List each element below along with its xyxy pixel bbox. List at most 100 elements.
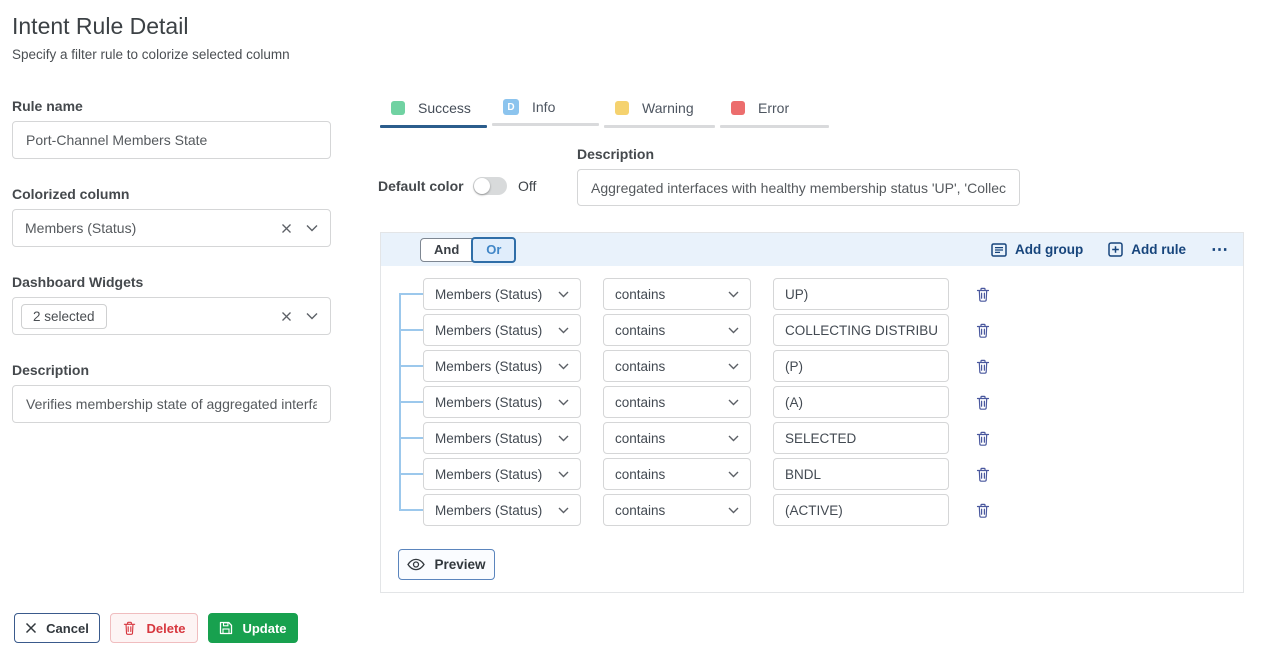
rule-row: Members (Status) contains xyxy=(423,386,991,418)
delete-rule-icon[interactable] xyxy=(975,286,991,303)
tab-info[interactable]: D Info xyxy=(492,98,599,128)
rule-row: Members (Status) contains xyxy=(423,278,991,310)
page-title: Intent Rule Detail xyxy=(12,13,188,40)
colorized-column-select[interactable]: Members (Status) xyxy=(12,209,331,247)
success-color-swatch xyxy=(391,101,405,115)
chevron-down-icon xyxy=(728,471,739,478)
rule-builder-panel: And Or Add group Add rule ⋯ xyxy=(380,232,1244,593)
tab-description-label: Description xyxy=(577,146,654,162)
delete-rule-icon[interactable] xyxy=(975,322,991,339)
operator-select[interactable]: contains xyxy=(603,494,751,526)
field-select[interactable]: Members (Status) xyxy=(423,458,581,490)
chevron-down-icon xyxy=(728,327,739,334)
chevron-down-icon xyxy=(728,291,739,298)
delete-rule-icon[interactable] xyxy=(975,394,991,411)
value-input[interactable] xyxy=(773,386,949,418)
field-select[interactable]: Members (Status) xyxy=(423,278,581,310)
logic-or-button[interactable]: Or xyxy=(471,237,516,263)
tab-description-input[interactable] xyxy=(577,169,1020,206)
logic-segmented-control: And Or xyxy=(420,237,516,263)
operator-select[interactable]: contains xyxy=(603,458,751,490)
info-default-badge: D xyxy=(503,99,519,115)
rule-name-input[interactable] xyxy=(12,121,331,159)
field-select[interactable]: Members (Status) xyxy=(423,350,581,382)
chevron-down-icon xyxy=(558,327,569,334)
delete-rule-icon[interactable] xyxy=(975,502,991,519)
active-tab-indicator xyxy=(380,125,487,128)
close-icon xyxy=(25,622,37,634)
save-icon xyxy=(219,621,233,635)
operator-select[interactable]: contains xyxy=(603,422,751,454)
selected-count-chip: 2 selected xyxy=(21,304,107,329)
rule-row: Members (Status) contains xyxy=(423,494,991,526)
value-input[interactable] xyxy=(773,494,949,526)
operator-select[interactable]: contains xyxy=(603,278,751,310)
chevron-down-icon xyxy=(558,471,569,478)
chevron-down-icon xyxy=(558,363,569,370)
rule-name-label: Rule name xyxy=(12,98,83,114)
operator-select[interactable]: contains xyxy=(603,314,751,346)
logic-and-button[interactable]: And xyxy=(420,238,473,262)
delete-rule-icon[interactable] xyxy=(975,430,991,447)
more-actions-icon[interactable]: ⋯ xyxy=(1211,245,1229,255)
error-color-swatch xyxy=(731,101,745,115)
toggle-state-text: Off xyxy=(518,178,536,194)
default-color-toggle[interactable] xyxy=(473,177,507,195)
chevron-down-icon xyxy=(728,363,739,370)
value-input[interactable] xyxy=(773,422,949,454)
intent-rule-detail-page: Intent Rule Detail Specify a filter rule… xyxy=(0,0,1262,657)
chevron-down-icon xyxy=(558,507,569,514)
clear-icon[interactable] xyxy=(281,223,292,234)
toggle-knob xyxy=(474,178,490,194)
rule-row: Members (Status) contains xyxy=(423,314,991,346)
group-list-icon xyxy=(991,243,1007,257)
field-select[interactable]: Members (Status) xyxy=(423,386,581,418)
tab-success[interactable]: Success xyxy=(380,98,487,128)
chevron-down-icon[interactable] xyxy=(306,224,318,232)
page-subtitle: Specify a filter rule to colorize select… xyxy=(12,47,290,62)
chevron-down-icon xyxy=(728,399,739,406)
delete-rule-icon[interactable] xyxy=(975,358,991,375)
update-button[interactable]: Update xyxy=(208,613,298,643)
description-label: Description xyxy=(12,362,89,378)
plus-square-icon xyxy=(1108,242,1123,257)
chevron-down-icon xyxy=(558,435,569,442)
warning-color-swatch xyxy=(615,101,629,115)
field-select[interactable]: Members (Status) xyxy=(423,494,581,526)
field-select[interactable]: Members (Status) xyxy=(423,422,581,454)
description-input[interactable] xyxy=(12,385,331,423)
eye-icon xyxy=(407,558,425,571)
tab-warning[interactable]: Warning xyxy=(604,98,715,128)
chevron-down-icon xyxy=(728,507,739,514)
operator-select[interactable]: contains xyxy=(603,386,751,418)
value-input[interactable] xyxy=(773,458,949,490)
add-rule-button[interactable]: Add rule xyxy=(1108,242,1186,257)
preview-button[interactable]: Preview xyxy=(398,549,495,580)
rule-builder-header: And Or Add group Add rule ⋯ xyxy=(381,233,1243,266)
value-input[interactable] xyxy=(773,278,949,310)
severity-tabs: Success D Info Warning Error xyxy=(380,98,829,128)
clear-icon[interactable] xyxy=(281,311,292,322)
colorized-column-value: Members (Status) xyxy=(25,220,281,236)
cancel-button[interactable]: Cancel xyxy=(14,613,100,643)
chevron-down-icon xyxy=(728,435,739,442)
dashboard-widgets-label: Dashboard Widgets xyxy=(12,274,143,290)
field-select[interactable]: Members (Status) xyxy=(423,314,581,346)
add-group-button[interactable]: Add group xyxy=(991,242,1083,257)
colorized-column-label: Colorized column xyxy=(12,186,129,202)
operator-select[interactable]: contains xyxy=(603,350,751,382)
rule-row: Members (Status) contains xyxy=(423,458,991,490)
rule-row: Members (Status) contains xyxy=(423,350,991,382)
chevron-down-icon xyxy=(558,291,569,298)
delete-button[interactable]: Delete xyxy=(110,613,198,643)
rule-row: Members (Status) contains xyxy=(423,422,991,454)
tab-error[interactable]: Error xyxy=(720,98,829,128)
chevron-down-icon xyxy=(558,399,569,406)
dashboard-widgets-select[interactable]: 2 selected xyxy=(12,297,331,335)
delete-rule-icon[interactable] xyxy=(975,466,991,483)
chevron-down-icon[interactable] xyxy=(306,312,318,320)
trash-icon xyxy=(122,620,137,636)
value-input[interactable] xyxy=(773,314,949,346)
default-color-label: Default color xyxy=(378,178,464,194)
value-input[interactable] xyxy=(773,350,949,382)
